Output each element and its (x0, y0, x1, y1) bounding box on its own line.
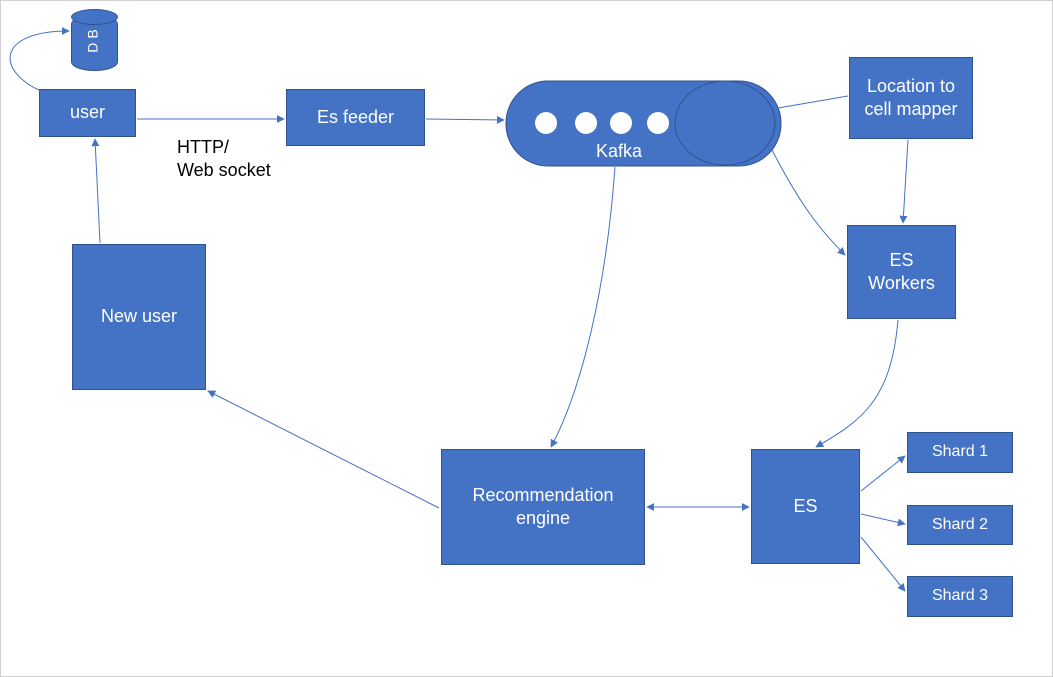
node-es-feeder: Es feeder (286, 89, 425, 146)
node-kafka-label: Kafka (596, 141, 643, 161)
node-reco: Recommendation engine (441, 449, 645, 565)
edge-user-db (10, 31, 69, 91)
edge-locmapper-esworkers (903, 140, 908, 223)
node-shard2-label: Shard 2 (932, 515, 988, 536)
edge-label-http: HTTP/ Web socket (177, 136, 271, 183)
node-new-user: New user (72, 244, 206, 390)
db-label: DB (85, 25, 101, 52)
node-shard3-label: Shard 3 (932, 586, 988, 607)
edge-esworkers-es (816, 320, 898, 447)
node-new-user-label: New user (101, 305, 177, 328)
node-es-label: ES (793, 495, 817, 518)
node-shard-2: Shard 2 (907, 505, 1013, 545)
node-es-workers-label: ES Workers (868, 249, 935, 296)
node-es-feeder-label: Es feeder (317, 106, 394, 129)
edge-newuser-user (95, 139, 100, 243)
edge-es-shard1 (861, 456, 905, 491)
node-es-workers: ES Workers (847, 225, 956, 319)
edge-es-shard2 (861, 514, 905, 524)
node-es: ES (751, 449, 860, 564)
node-loc-mapper-label: Location to cell mapper (864, 75, 957, 122)
node-loc-mapper: Location to cell mapper (849, 57, 973, 139)
edge-es-shard3 (861, 537, 905, 591)
edge-kafka-locmapper (778, 96, 848, 108)
diagram-canvas: DB user New user Es feeder HTTP/ Web soc… (0, 0, 1053, 677)
node-shard-3: Shard 3 (907, 576, 1013, 617)
node-shard-1: Shard 1 (907, 432, 1013, 473)
edge-kafka-esworkers (772, 150, 845, 255)
node-reco-label: Recommendation engine (472, 484, 613, 531)
node-shard1-label: Shard 1 (932, 442, 988, 463)
edge-kafka-reco (551, 167, 615, 447)
node-user-label: user (70, 101, 105, 124)
edge-reco-newuser (208, 391, 439, 508)
node-user: user (39, 89, 136, 137)
node-kafka: Kafka (506, 81, 781, 166)
edge-esfeeder-kafka (426, 119, 504, 120)
